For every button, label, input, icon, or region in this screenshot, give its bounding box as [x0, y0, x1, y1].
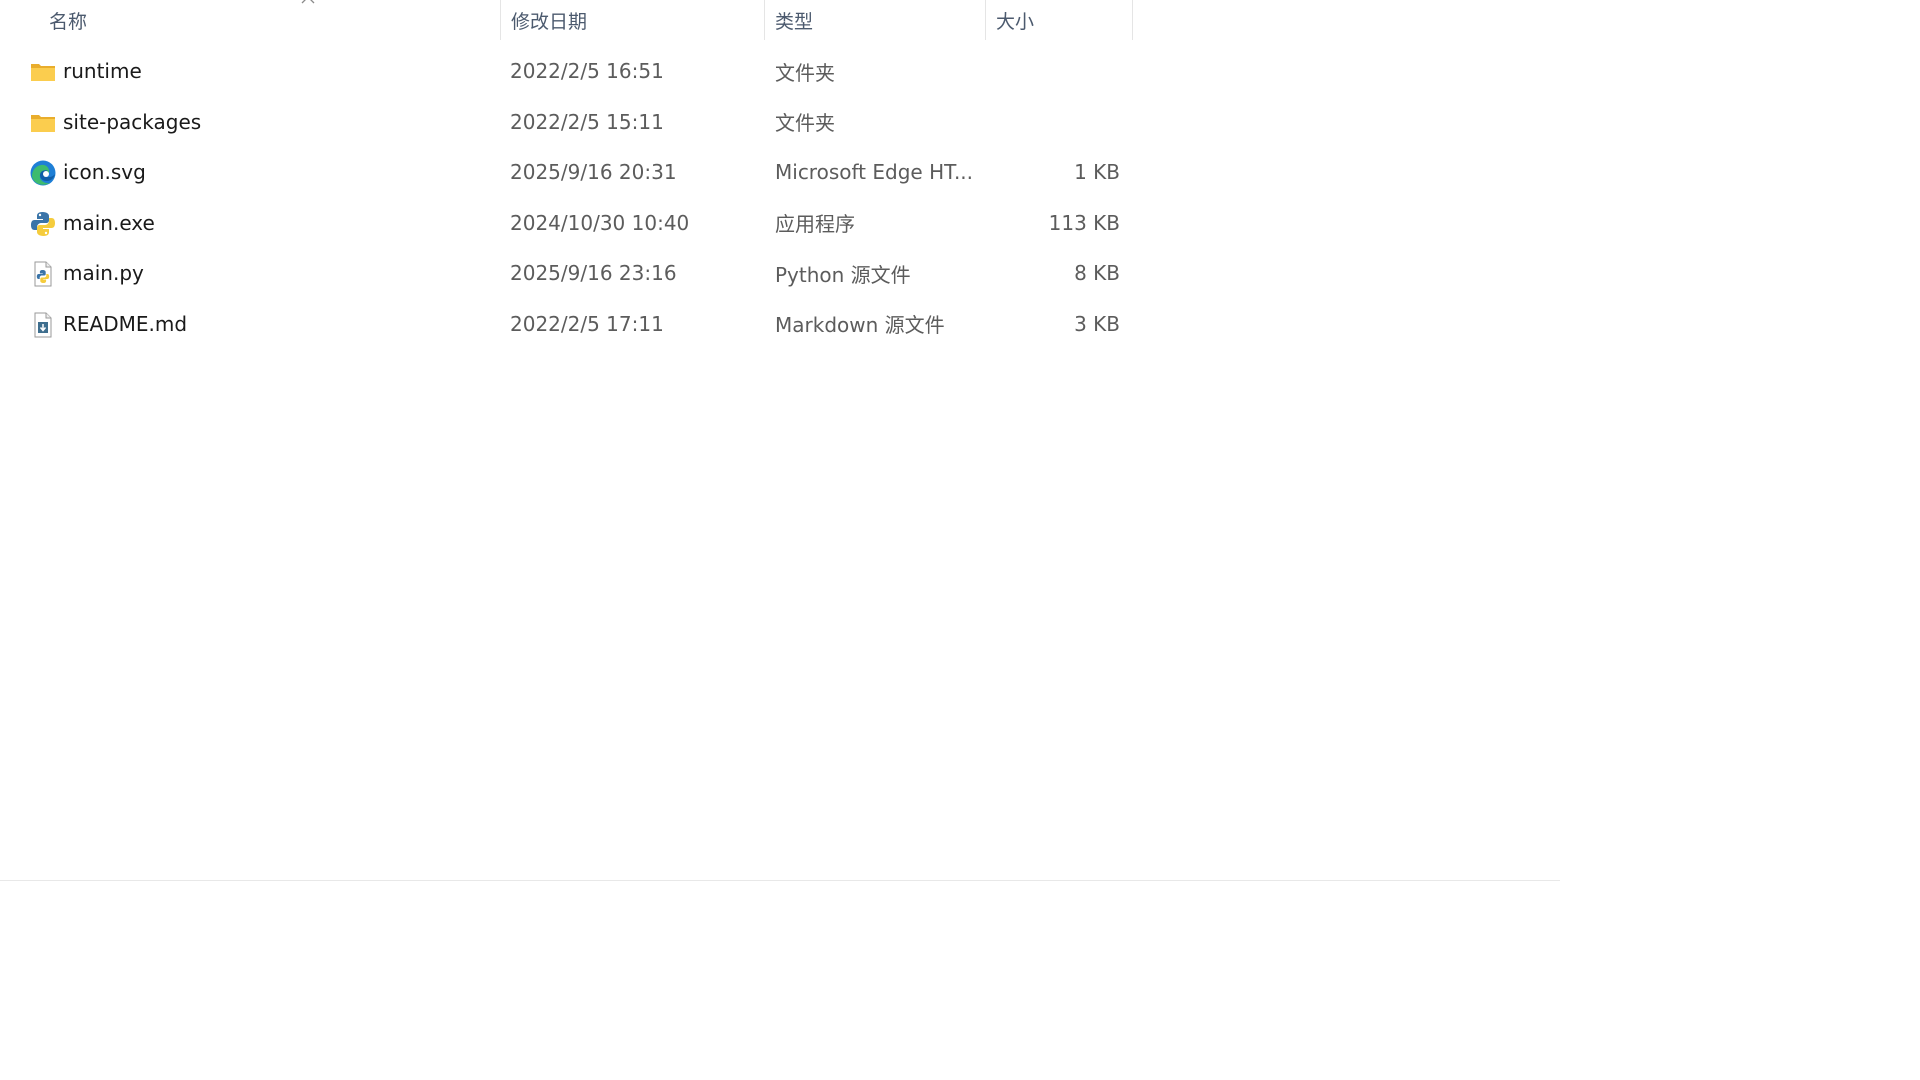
python-file-icon	[34, 261, 52, 287]
file-name: README.md	[63, 311, 188, 336]
file-row[interactable]: main.exe 2024/10/30 10:40 应用程序 113 KB	[0, 198, 1140, 249]
file-row[interactable]: site-packages 2022/2/5 15:11 文件夹	[0, 97, 1140, 148]
file-size: 113 KB	[1048, 210, 1120, 235]
sort-up-icon	[301, 0, 315, 4]
edge-icon	[30, 160, 56, 186]
file-size: 1 KB	[1074, 160, 1120, 185]
file-type: Microsoft Edge HT...	[775, 160, 974, 185]
file-name: main.py	[63, 261, 144, 286]
file-size: 8 KB	[1074, 261, 1120, 286]
file-type: 文件夹	[775, 111, 835, 136]
file-type: Markdown 源文件	[775, 313, 945, 338]
column-header-date[interactable]: 修改日期	[500, 0, 764, 40]
column-header-bar: 名称 修改日期 类型 大小	[0, 0, 1133, 40]
file-row[interactable]: runtime 2022/2/5 16:51 文件夹	[0, 46, 1140, 97]
file-name: runtime	[63, 59, 142, 83]
file-size	[990, 46, 1120, 96]
column-header-type[interactable]: 类型	[764, 0, 985, 40]
file-explorer: 名称 修改日期 类型 大小 runtime 2022/2/5 16:51 文件夹	[0, 0, 1560, 884]
folder-icon	[31, 114, 55, 132]
file-date: 2025/9/16 23:16	[510, 261, 677, 286]
column-header-name-label: 名称	[49, 10, 88, 33]
column-header-date-label: 修改日期	[511, 10, 588, 33]
file-size	[990, 97, 1120, 147]
folder-icon	[31, 64, 55, 81]
file-date: 2022/2/5 15:11	[510, 109, 664, 134]
file-name: icon.svg	[63, 160, 146, 185]
status-bar-divider	[0, 880, 1560, 881]
file-row[interactable]: README.md 2022/2/5 17:11 Markdown 源文件 3 …	[0, 299, 1140, 350]
file-date: 2022/2/5 17:11	[510, 311, 664, 336]
file-name: main.exe	[63, 210, 155, 235]
file-size: 3 KB	[1074, 311, 1120, 336]
python-app-icon	[31, 211, 55, 236]
file-type: Python 源文件	[775, 262, 911, 287]
file-row[interactable]: icon.svg 2025/9/16 20:31 Microsoft Edge …	[0, 147, 1140, 198]
file-type: 应用程序	[775, 212, 855, 237]
file-row[interactable]: main.py 2025/9/16 23:16 Python 源文件 8 KB	[0, 248, 1140, 299]
file-date: 2022/2/5 16:51	[510, 59, 664, 83]
column-header-type-label: 类型	[775, 10, 814, 33]
markdown-file-icon	[34, 312, 52, 338]
file-type: 文件夹	[775, 60, 835, 85]
column-header-name[interactable]: 名称	[39, 0, 500, 40]
file-date: 2025/9/16 20:31	[510, 160, 677, 185]
column-header-size[interactable]: 大小	[985, 0, 1133, 40]
file-list: runtime 2022/2/5 16:51 文件夹 site-packages…	[0, 46, 1140, 350]
file-name: site-packages	[63, 109, 202, 134]
column-header-size-label: 大小	[996, 10, 1035, 33]
file-date: 2024/10/30 10:40	[510, 210, 690, 235]
